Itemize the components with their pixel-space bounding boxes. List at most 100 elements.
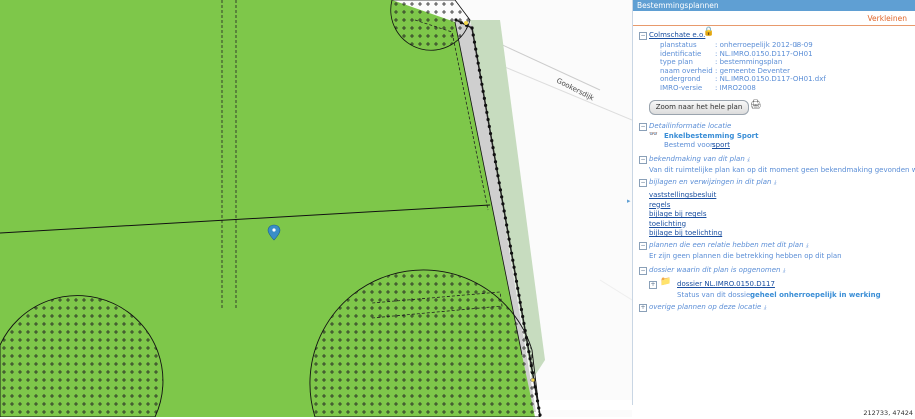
boundary-dot [475,54,479,58]
boundary-dot [502,209,506,213]
boundary-dot [505,223,509,227]
relatie-text: Er zijn geen plannen die betrekking hebb… [649,252,842,260]
boundary-dot [521,314,525,319]
dossier-heading: dossier waarin dit plan is opgenomen ⤓ [649,266,785,275]
boundary-dot [495,167,499,171]
relatie-toggle[interactable]: − [639,242,647,250]
boundary-dot [514,279,519,283]
bijlage-link[interactable]: bijlage bij regels [649,210,706,218]
plan-prop-label: naam overheid [660,66,713,75]
boundary-dot [487,124,491,129]
boundary-dot [519,307,524,312]
dossier-status-value: geheel onherroepelijk in werking [750,291,881,299]
boundary-dot [477,68,482,72]
dossier-item-toggle[interactable]: + [649,281,657,289]
boundary-dot [511,258,515,262]
bijlagen-toggle[interactable]: − [639,179,647,187]
bijlage-link[interactable]: bijlage bij toelichting [649,229,722,237]
dossier-status-prefix: Status van dit dossier: [677,291,756,299]
bijlage-link[interactable]: vaststellingsbesluit [649,191,716,199]
boundary-dot [484,103,488,107]
boundary-dot [517,293,521,297]
bijlage-link[interactable]: regels [649,201,670,209]
boundary-dot [529,364,533,368]
dossier-toggle[interactable]: − [639,267,647,275]
plan-prop-label: type plan [660,58,693,67]
plan-prop-value: : bestemmingsplan [715,58,783,67]
boundary-dot [501,202,505,206]
download-icon[interactable]: ⤓ [764,304,767,311]
boundary-dot [471,33,475,37]
collapse-label: Verkleinen [867,14,908,23]
boundary-dot [481,89,485,93]
print-icon[interactable]: 🖨 [750,100,761,110]
plan-prop-label: planstatus [660,41,697,49]
dossier-heading-text: dossier waarin dit plan is opgenomen [649,266,781,274]
lock-icon: 🔒 [703,27,715,37]
bijlage-link[interactable]: toelichting [649,220,686,228]
boundary-dot [476,61,480,65]
boundary-dot [518,300,522,305]
boundary-dot [498,188,503,192]
detail-item-title: Enkelbestemming Sport [664,132,759,140]
detail-item-link[interactable]: sport [712,141,730,149]
boundary-dot [497,181,501,185]
map-canvas[interactable]: Gookersdijk [0,0,633,418]
collapse-button[interactable]: Verkleinen [868,14,908,23]
boundary-dot [488,131,493,136]
plan-prop-label: identificatie [660,49,702,58]
boundary-dot [492,153,496,157]
coordinates-readout: 212733, 47424 [863,409,913,417]
boundary-dot [474,47,478,51]
download-icon[interactable]: ⤓ [806,242,809,249]
plan-prop-label: IMRO-versie [660,84,703,92]
plan-name-link[interactable]: Colmschate e.o. [649,31,705,39]
plan-toggle[interactable]: − [639,32,647,40]
boundary-dot [472,40,477,44]
boundary-dot [513,272,517,276]
boundary-dot [486,117,490,122]
detail-heading: Detailinformatie locatie [649,122,732,130]
boundary-dot [508,244,512,248]
boundary-dot [491,146,495,150]
boundary-dot [480,82,484,86]
zoom-to-plan-button[interactable]: Zoom naar het hele plan [649,100,749,115]
folder-icon: 📁 [660,277,672,287]
download-icon[interactable]: ⤓ [783,267,786,274]
download-icon[interactable]: ⤓ [774,179,777,186]
plan-prop-label: ondergrond [660,75,701,84]
boundary-dot [506,230,510,234]
boundary-dot [526,343,530,347]
plan-prop-value: : IMRO2008 [715,84,756,92]
download-icon[interactable]: ⤓ [795,41,798,49]
bekendmaking-toggle[interactable]: − [639,156,647,164]
panel-title: Bestemmingsplannen [633,0,915,11]
boundary-dot [537,406,541,410]
panel-collapse-arrow-icon[interactable]: ▸ [627,197,631,205]
boundary-dot [538,413,542,417]
bekendmaking-heading-text: bekendmaking van dit plan [649,155,745,163]
bekendmaking-text: Van dit ruimtelijke plan kan op dit mome… [649,166,915,174]
boundary-dot [490,138,494,143]
boundary-dot [522,321,526,326]
bekendmaking-heading: bekendmaking van dit plan ⤓ [649,155,750,164]
boundary-dot [470,26,474,30]
boundary-dot [507,237,511,241]
dossier-link[interactable]: dossier NL.IMRO.0150.D117 [677,280,775,288]
boundary-dot [496,174,500,178]
overige-heading: overige plannen op deze locatie ⤓ [649,303,766,312]
overige-heading-text: overige plannen op deze locatie [649,303,762,311]
detail-item-prefix: Bestemd voor: [664,141,716,149]
relatie-heading: plannen die een relatie hebben met dit p… [649,241,808,250]
boundary-dot [528,357,532,361]
boundary-dot [509,251,514,255]
overige-toggle[interactable]: + [639,304,647,312]
boundary-dot [503,216,507,220]
boundary-dot [479,75,483,79]
map-view[interactable]: Gookersdijk [0,0,633,418]
boundary-dot [527,350,531,354]
boundary-dot [534,392,538,396]
download-icon[interactable]: ⤓ [747,156,750,163]
plan-prop-value: : gemeente Deventer [715,66,790,75]
detail-toggle[interactable]: − [639,123,647,131]
